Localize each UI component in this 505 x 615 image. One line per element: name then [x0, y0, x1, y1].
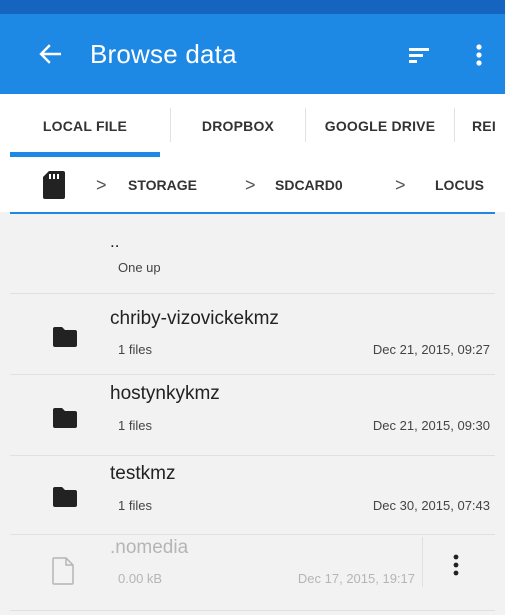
more-vert-icon: [476, 44, 482, 66]
overflow-menu-button[interactable]: [469, 41, 489, 69]
breadcrumb-root[interactable]: [42, 170, 66, 200]
sdcard-icon: [43, 171, 65, 199]
list-item-folder[interactable]: chriby-vizovickekmz 1 files Dec 21, 2015…: [0, 294, 505, 374]
app-bar: Browse data: [0, 14, 505, 94]
tab-indicator: [10, 152, 160, 157]
item-date: Dec 21, 2015, 09:27: [372, 342, 490, 357]
item-name: hostynkykmz: [110, 383, 220, 404]
back-button[interactable]: [36, 40, 64, 68]
item-date: Dec 21, 2015, 09:30: [372, 418, 490, 433]
item-name: ..: [110, 232, 120, 251]
tab-rei[interactable]: REI: [472, 94, 505, 158]
item-subtitle: 1 files: [118, 418, 152, 433]
tab-local-file[interactable]: LOCAL FILE: [0, 94, 170, 158]
page-title: Browse data: [90, 38, 237, 69]
list-item-file[interactable]: .nomedia 0.00 kB Dec 17, 2015, 19:17: [0, 535, 505, 610]
item-menu-button[interactable]: [450, 551, 462, 579]
breadcrumb-item-sdcard0[interactable]: SDCARD0: [275, 158, 343, 212]
item-subtitle: 1 files: [118, 498, 152, 513]
chevron-right-icon: >: [96, 174, 107, 195]
breadcrumb-item-storage[interactable]: STORAGE: [128, 158, 197, 212]
divider: [422, 537, 423, 587]
item-name: .nomedia: [110, 537, 189, 558]
item-subtitle: 0.00 kB: [118, 571, 163, 586]
divider: [10, 610, 495, 611]
chevron-right-icon: >: [245, 174, 256, 195]
breadcrumb: > STORAGE > SDCARD0 > LOCUS: [0, 158, 505, 212]
file-icon: [52, 557, 74, 585]
tab-google-drive[interactable]: GOOGLE DRIVE: [306, 94, 454, 158]
breadcrumb-item-locus[interactable]: LOCUS: [435, 158, 484, 212]
sort-button[interactable]: [405, 41, 433, 69]
status-bar: [0, 0, 505, 14]
file-list: .. One up chriby-vizovickekmz 1 files De…: [0, 214, 505, 615]
item-subtitle: 1 files: [118, 342, 152, 357]
item-date: Dec 17, 2015, 19:17: [297, 571, 415, 586]
item-name: chriby-vizovickekmz: [110, 308, 279, 329]
list-item-folder[interactable]: testkmz 1 files Dec 30, 2015, 07:43: [0, 456, 505, 534]
chevron-right-icon: >: [395, 174, 406, 195]
item-date: Dec 30, 2015, 07:43: [372, 498, 490, 513]
tab-dropbox[interactable]: DROPBOX: [171, 94, 305, 158]
list-item-folder[interactable]: hostynkykmz 1 files Dec 21, 2015, 09:30: [0, 375, 505, 455]
sort-icon: [409, 48, 429, 63]
item-subtitle: One up: [118, 260, 161, 275]
list-item-one-up[interactable]: .. One up: [0, 214, 505, 293]
folder-icon: [53, 327, 77, 347]
arrow-left-icon: [39, 44, 61, 64]
item-name: testkmz: [110, 463, 176, 484]
folder-icon: [53, 487, 77, 507]
tab-divider: [454, 108, 455, 142]
more-vert-icon: [453, 554, 459, 576]
source-tabs: LOCAL FILE DROPBOX GOOGLE DRIVE REI: [0, 94, 505, 158]
folder-icon: [53, 408, 77, 428]
